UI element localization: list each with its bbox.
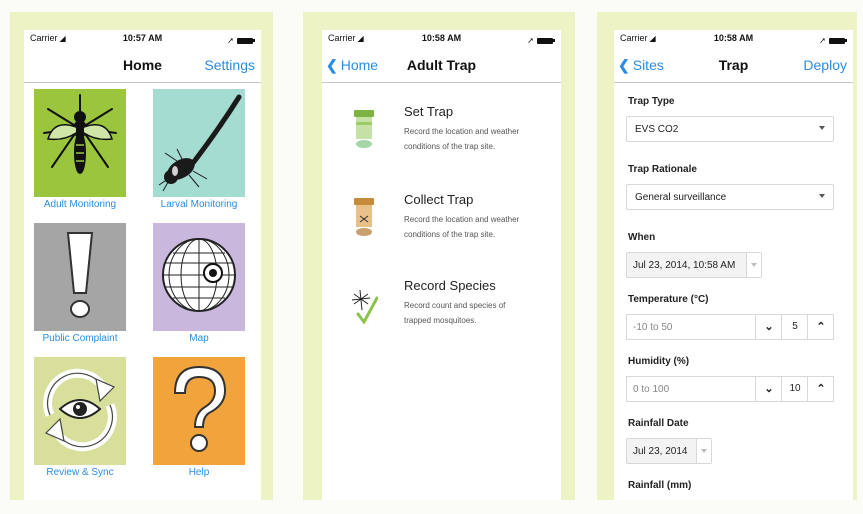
trap-type-select[interactable]: EVS CO2	[626, 116, 834, 142]
status-time: 10:58 AM	[713, 33, 754, 43]
adult-trap-screen: Carrier ◢ 10:58 AM ➚ ❮ Home Adult Trap Set…	[322, 30, 561, 500]
deploy-button[interactable]: Deploy	[803, 57, 847, 73]
home-screen: Carrier ◢ 10:57 AM ➚ Home Settings Adult…	[24, 30, 261, 500]
phone-home: Carrier ◢ 10:57 AM ➚ Home Settings Adult…	[10, 12, 273, 500]
humidity-placeholder: 0 to 100	[633, 384, 670, 395]
trap-icon	[354, 110, 374, 148]
status-time: 10:57 AM	[122, 33, 163, 43]
chevron-down-icon: ⌄	[764, 321, 774, 333]
tile-label: Public Complaint	[42, 333, 118, 344]
globe-icon	[162, 238, 236, 312]
chevron-up-icon: ⌃	[816, 383, 826, 395]
decrement-button[interactable]: ⌄	[755, 377, 782, 401]
location-icon: ➚	[819, 36, 826, 45]
tile-adult-monitoring[interactable]: Adult Monitoring	[34, 89, 126, 210]
battery-icon: ➚	[227, 35, 255, 45]
status-time: 10:58 AM	[421, 33, 462, 43]
rainfall-date-label: Rainfall Date	[628, 418, 689, 429]
list-item-set-trap[interactable]: Set Trap Record the location and weather…	[322, 104, 561, 164]
status-bar: Carrier ◢ 10:57 AM ➚	[24, 33, 261, 47]
exclamation-icon	[66, 232, 94, 318]
temperature-placeholder: -10 to 50	[633, 322, 673, 333]
increment-button[interactable]: ⌃	[807, 315, 834, 339]
sync-eye-icon	[43, 368, 117, 452]
humidity-stepper[interactable]: 0 to 100 ⌄ 10 ⌃	[626, 376, 834, 402]
nav-bar: ❮ Sites Trap Deploy	[614, 50, 853, 83]
tile-label: Larval Monitoring	[160, 199, 238, 210]
location-icon: ➚	[227, 36, 234, 45]
page-title: Adult Trap	[406, 57, 477, 73]
tile-help[interactable]: Help	[153, 357, 245, 478]
item-heading: Record Species	[404, 278, 496, 293]
temperature-stepper[interactable]: -10 to 50 ⌄ 5 ⌃	[626, 314, 834, 340]
trap-rationale-value: General surveillance	[635, 192, 727, 203]
item-description: Record the location and weather conditio…	[404, 215, 520, 239]
temperature-value: 5	[781, 315, 808, 339]
tile-label: Map	[189, 333, 209, 344]
trap-type-value: EVS CO2	[635, 124, 679, 135]
trap-rationale-label: Trap Rationale	[628, 164, 697, 175]
status-bar: Carrier ◢ 10:58 AM ➚	[322, 33, 561, 47]
when-datetime-field[interactable]: Jul 23, 2014, 10:58 AM	[626, 252, 762, 278]
collect-trap-icon	[354, 198, 374, 236]
when-label: When	[628, 232, 656, 243]
tile-review-sync[interactable]: Review & Sync	[34, 357, 126, 478]
temperature-label: Temperature (°C)	[628, 294, 709, 305]
rainfall-label: Rainfall (mm)	[628, 480, 692, 491]
tile-label: Help	[188, 467, 210, 478]
tile-label: Review & Sync	[46, 467, 114, 478]
increment-button[interactable]: ⌃	[807, 377, 834, 401]
rainfall-date-field[interactable]: Jul 23, 2014	[626, 438, 712, 464]
nav-bar: Home Settings	[24, 50, 261, 83]
question-icon	[173, 365, 227, 452]
list-item-collect-trap[interactable]: Collect Trap Record the location and wea…	[322, 192, 561, 252]
dropdown-caret-icon	[819, 194, 825, 198]
item-heading: Set Trap	[404, 104, 454, 119]
settings-button[interactable]: Settings	[204, 57, 255, 73]
status-bar: Carrier ◢ 10:58 AM ➚	[614, 33, 853, 47]
item-heading: Collect Trap	[404, 192, 474, 207]
tile-public-complaint[interactable]: Public Complaint	[34, 223, 126, 344]
battery-icon: ➚	[819, 35, 847, 45]
nav-bar: ❮ Home Adult Trap	[322, 50, 561, 83]
humidity-label: Humidity (%)	[628, 356, 690, 367]
mosquito-icon	[43, 94, 117, 174]
item-description: Record count and species of trapped mosq…	[404, 301, 506, 325]
item-description: Record the location and weather conditio…	[404, 127, 520, 151]
chevron-up-icon: ⌃	[816, 321, 826, 333]
chevron-down-icon	[746, 253, 761, 277]
when-value: Jul 23, 2014, 10:58 AM	[633, 260, 736, 271]
chevron-down-icon	[696, 439, 711, 463]
location-icon: ➚	[527, 36, 534, 45]
mosquito-check-icon	[351, 289, 378, 324]
trap-form-screen: Carrier ◢ 10:58 AM ➚ ❮ Sites Trap Deploy T…	[614, 30, 853, 500]
decrement-button[interactable]: ⌄	[755, 315, 782, 339]
tile-map[interactable]: Map	[153, 223, 245, 344]
chevron-down-icon: ⌄	[764, 383, 774, 395]
battery-icon: ➚	[527, 35, 555, 45]
trap-type-label: Trap Type	[628, 96, 675, 107]
trap-rationale-select[interactable]: General surveillance	[626, 184, 834, 210]
rainfall-date-value: Jul 23, 2014	[633, 446, 688, 457]
humidity-value: 10	[781, 377, 808, 401]
phone-adult-trap: Carrier ◢ 10:58 AM ➚ ❮ Home Adult Trap Set…	[303, 12, 575, 500]
phone-trap-form: Carrier ◢ 10:58 AM ➚ ❮ Sites Trap Deploy T…	[597, 12, 857, 500]
dropdown-caret-icon	[819, 126, 825, 130]
tile-label: Adult Monitoring	[43, 199, 117, 210]
larva-icon	[158, 94, 242, 192]
list-item-record-species[interactable]: Record Species Record count and species …	[322, 278, 561, 338]
tile-larval-monitoring[interactable]: Larval Monitoring	[153, 89, 245, 210]
